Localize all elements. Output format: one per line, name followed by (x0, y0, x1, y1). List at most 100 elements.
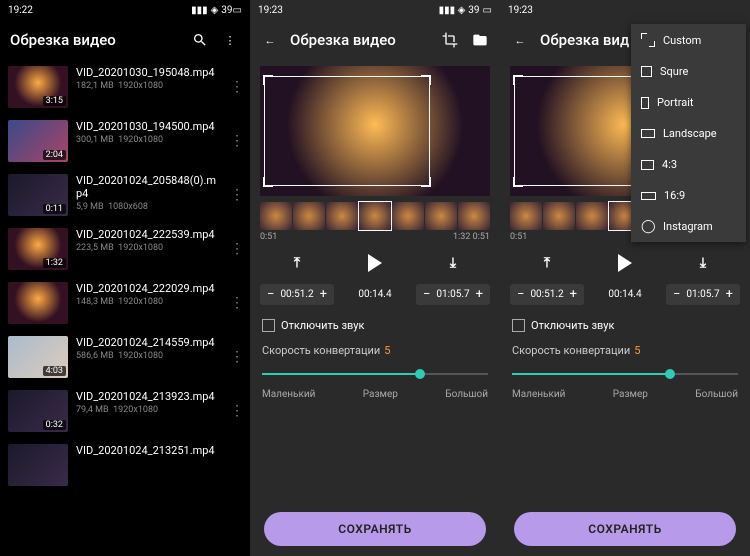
video-item[interactable]: 2:04 VID_20201030_194500.mp4 300,1 MB 192… (0, 114, 250, 168)
video-meta: 182,1 MB 1920x1080 (76, 81, 222, 91)
aspect-portrait[interactable]: Portrait (631, 87, 746, 118)
battery-icon: 39▭ (221, 5, 242, 16)
play-icon[interactable] (368, 254, 382, 272)
video-filename: VID_20201030_195048.mp4 (76, 66, 222, 79)
aspect-4-3[interactable]: 4:3 (631, 149, 746, 180)
item-more-icon[interactable]: ⋮ (230, 349, 242, 365)
mute-row[interactable]: Отключить звук (250, 311, 500, 340)
video-item[interactable]: 0:32 VID_20201024_213923.mp479,4 MB 1920… (0, 384, 250, 438)
playback-controls: ⤒ ⤓ (250, 248, 500, 278)
play-icon[interactable] (618, 254, 632, 272)
save-button[interactable]: СОХРАНЯТЬ (264, 512, 486, 546)
slider-thumb[interactable] (415, 369, 425, 379)
duration-badge: 0:11 (43, 204, 66, 214)
item-more-icon[interactable]: ⋮ (230, 295, 242, 311)
mute-checkbox[interactable] (512, 319, 525, 332)
video-item[interactable]: 1:32 VID_20201024_222539.mp4223,5 MB 192… (0, 222, 250, 276)
trim-steppers: −00:51.2+ 00:14.4 −01:05.7+ (250, 278, 500, 311)
mute-row[interactable]: Отключить звук (500, 311, 750, 340)
trim-duration: 00:14.4 (608, 289, 641, 300)
time-start: 0:51 (510, 232, 527, 242)
ratio-4-3-icon (641, 160, 654, 170)
instagram-icon: ◯ (641, 222, 655, 232)
trim-end-stepper: −01:05.7+ (666, 284, 740, 305)
time-start: 0:51 (260, 232, 277, 242)
item-more-icon[interactable]: ⋮ (230, 187, 242, 203)
aspect-16-9[interactable]: 16:9 (631, 180, 746, 211)
video-filename: VID_20201030_194500.mp4 (76, 120, 222, 133)
duration-badge: 1:32 (43, 258, 66, 268)
video-filename: VID_20201024_213251.mp4 (76, 444, 242, 457)
video-item[interactable]: 3:15 VID_20201030_195048.mp4 182,1 MB 192… (0, 60, 250, 114)
video-filename: VID_20201024_214559.mp4 (76, 336, 222, 349)
item-more-icon[interactable]: ⋮ (230, 133, 242, 149)
screen-editor-aspect-menu: 19:23 ← Обрезка вид 0:51 1:32 0:51 ⤒ ⤓ −… (500, 0, 750, 556)
skip-start-icon[interactable]: ⤒ (294, 255, 300, 271)
video-thumbnail: 0:11 (8, 174, 68, 216)
item-more-icon[interactable]: ⋮ (230, 79, 242, 95)
trim-start-stepper: −00:51.2+ (510, 284, 584, 305)
video-thumbnail: 3:15 (8, 66, 68, 108)
slider-thumb[interactable] (665, 369, 675, 379)
video-meta: 300,1 MB 1920x1080 (76, 135, 222, 145)
video-item[interactable]: 4:03 VID_20201024_214559.mp4 586,6 MB 192… (0, 330, 250, 384)
video-thumbnail: 0:32 (8, 390, 68, 432)
aspect-square[interactable]: Squre (631, 56, 746, 87)
minus-icon[interactable]: − (265, 287, 276, 302)
duration-badge: 2:04 (43, 150, 66, 160)
minus-icon[interactable]: − (515, 287, 526, 302)
portrait-icon (641, 97, 649, 109)
video-item[interactable]: VID_20201024_222029.mp4148,3 MB 1920x108… (0, 276, 250, 330)
minus-icon[interactable]: − (671, 287, 682, 302)
page-title: Обрезка видео (290, 31, 430, 49)
skip-end-icon[interactable]: ⤓ (700, 255, 706, 271)
video-meta: 586,6 MB 1920x1080 (76, 351, 222, 361)
plus-icon[interactable]: + (474, 287, 485, 302)
minus-icon[interactable]: − (421, 287, 432, 302)
more-icon[interactable]: ⋮ (220, 30, 240, 50)
folder-icon[interactable] (470, 30, 490, 50)
video-list: 3:15 VID_20201030_195048.mp4 182,1 MB 192… (0, 60, 250, 492)
mute-label: Отключить звук (281, 319, 364, 332)
mute-checkbox[interactable] (262, 319, 275, 332)
speed-slider[interactable] (262, 367, 488, 381)
page-title: Обрезка видео (10, 31, 180, 49)
aspect-landscape[interactable]: Landscape (631, 118, 746, 149)
save-button[interactable]: СОХРАНЯТЬ (514, 512, 736, 546)
status-bar: 19:22 ▮▮▮ ◈ 39▭ (0, 0, 250, 20)
speed-slider[interactable] (512, 367, 738, 381)
header: ← Обрезка видео (250, 20, 500, 60)
video-item[interactable]: VID_20201024_213251.mp4 (0, 438, 250, 492)
trim-steppers: −00:51.2+ 00:14.4 −01:05.7+ (500, 278, 750, 311)
item-more-icon[interactable]: ⋮ (230, 241, 242, 257)
video-meta: 5,9 MB 1080x608 (76, 202, 222, 212)
screen-video-list: 19:22 ▮▮▮ ◈ 39▭ Обрезка видео ⋮ 3:15 VID… (0, 0, 250, 556)
time-end: 1:32 0:51 (453, 232, 490, 242)
crop-frame[interactable] (264, 76, 430, 186)
duration-badge: 4:03 (43, 366, 66, 376)
timeline[interactable] (260, 202, 490, 230)
back-icon[interactable]: ← (510, 30, 530, 50)
speed-value: 5 (384, 344, 390, 357)
video-thumbnail: 1:32 (8, 228, 68, 270)
search-icon[interactable] (190, 30, 210, 50)
item-more-icon[interactable]: ⋮ (230, 403, 242, 419)
video-item[interactable]: 0:11 VID_20201024_205848(0).mp45,9 MB 10… (0, 168, 250, 222)
plus-icon[interactable]: + (724, 287, 735, 302)
duration-badge: 3:15 (43, 96, 66, 106)
aspect-custom[interactable]: Custom (631, 24, 746, 56)
status-bar: 19:23 (500, 0, 750, 20)
video-thumbnail: 2:04 (8, 120, 68, 162)
crop-icon[interactable] (440, 30, 460, 50)
skip-end-icon[interactable]: ⤓ (450, 255, 456, 271)
landscape-icon (641, 129, 655, 138)
skip-start-icon[interactable]: ⤒ (544, 255, 550, 271)
plus-icon[interactable]: + (318, 287, 329, 302)
aspect-instagram[interactable]: ◯Instagram (631, 211, 746, 242)
back-icon[interactable]: ← (260, 30, 280, 50)
video-preview[interactable] (260, 66, 490, 196)
plus-icon[interactable]: + (568, 287, 579, 302)
ratio-16-9-icon (641, 192, 656, 200)
signal-icon: ▮▮▮ (191, 5, 208, 16)
playback-controls: ⤒ ⤓ (500, 248, 750, 278)
